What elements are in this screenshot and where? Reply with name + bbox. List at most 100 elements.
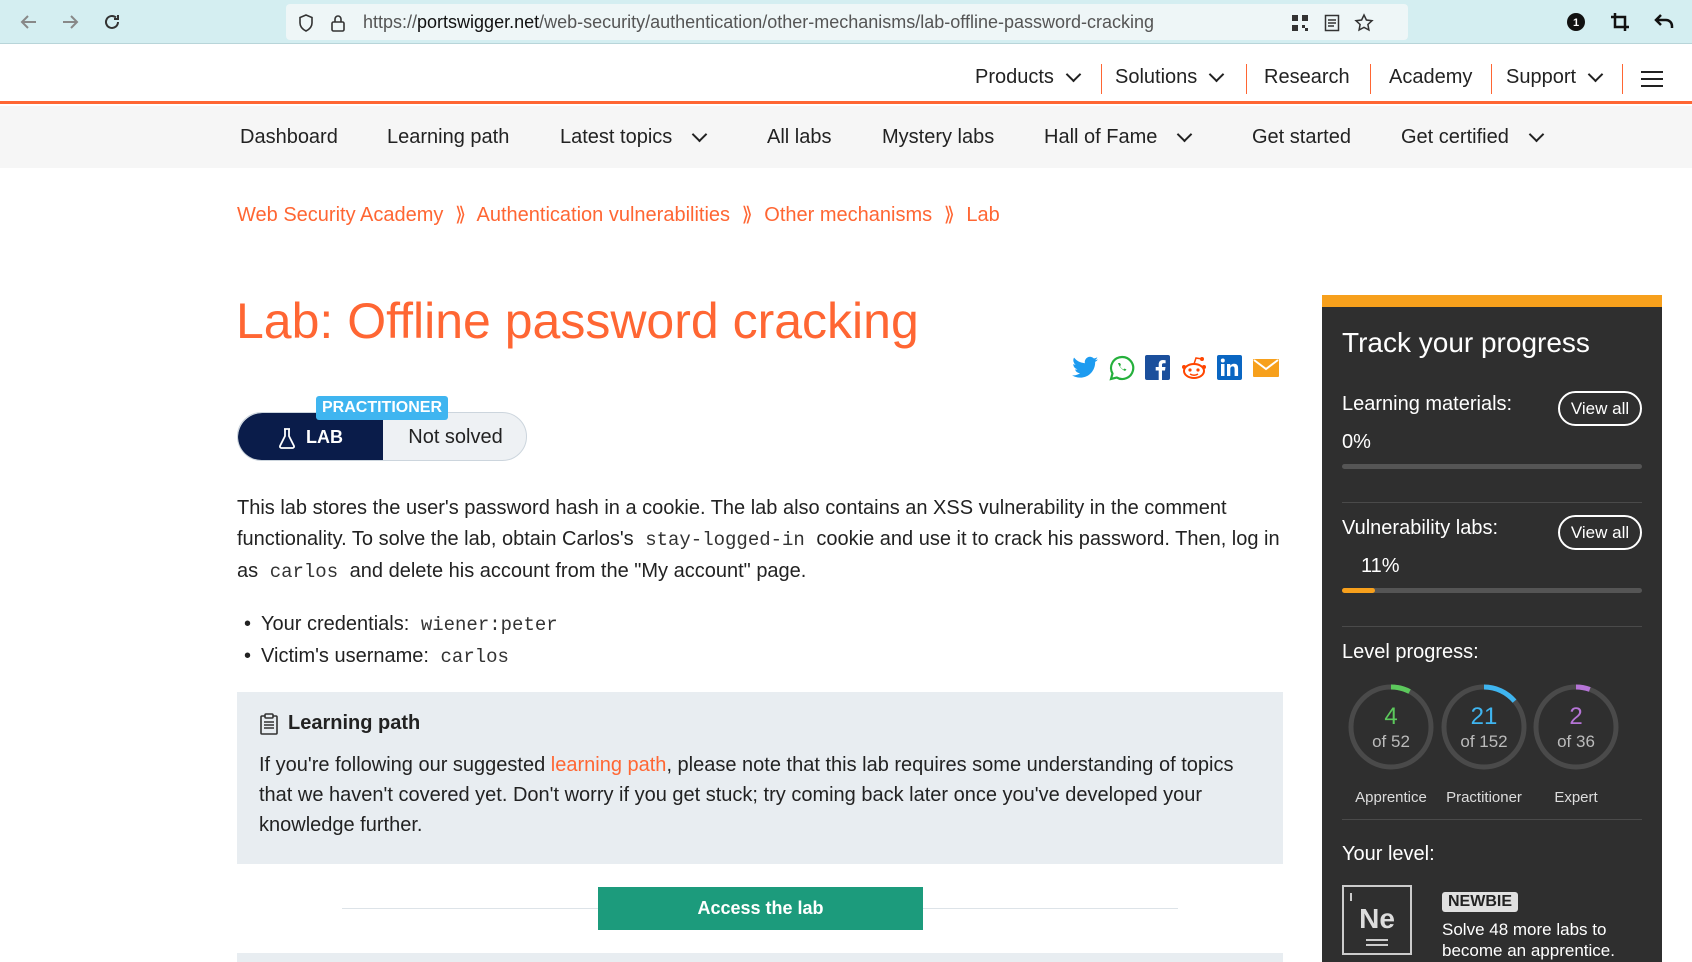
chevron-down-icon (1587, 66, 1604, 83)
subnav-all-labs[interactable]: All labs (767, 126, 831, 149)
nav-divider (1622, 64, 1623, 94)
progress-panel: Track your progress Learning materials: … (1322, 295, 1662, 962)
level-progress-label: Level progress: (1342, 641, 1479, 663)
learning-path-link[interactable]: learning path (551, 754, 667, 776)
divider (1342, 819, 1642, 820)
breadcrumb-separator: ⟫ (741, 204, 753, 226)
level-hint: Solve 48 more labs to become an apprenti… (1442, 920, 1615, 960)
subnav-mystery-labs[interactable]: Mystery labs (882, 126, 994, 149)
level-ring-total: of 36 (1557, 732, 1595, 751)
lab-description: This lab stores the user's password hash… (237, 497, 1280, 583)
chevron-down-icon (1528, 126, 1545, 143)
level-element-badge: Ne (1342, 885, 1412, 955)
learning-materials-bar (1342, 464, 1642, 469)
breadcrumb-separator: ⟫ (943, 204, 955, 226)
lab-status: Not solved (408, 426, 503, 448)
learning-materials-percent: 0% (1342, 431, 1371, 453)
reddit-icon[interactable] (1180, 354, 1207, 381)
bookmark-star-icon[interactable] (1354, 13, 1374, 33)
learning-path-heading: Learning path (259, 712, 420, 735)
cookie-name-code: stay-logged-in (645, 529, 805, 551)
url-text: https://portswigger.net/web-security/aut… (363, 12, 1155, 32)
your-level-label: Your level: (1342, 843, 1435, 865)
subnav-learning-path[interactable]: Learning path (387, 126, 509, 149)
site-top-nav: Products Solutions Research Academy Supp… (0, 44, 1692, 104)
level-ring-caption: Expert (1554, 789, 1598, 806)
view-all-labs-button[interactable]: View all (1558, 515, 1642, 550)
nav-divider (1246, 64, 1247, 94)
breadcrumb-authentication[interactable]: Authentication vulnerabilities (477, 204, 731, 226)
breadcrumb-lab[interactable]: Lab (966, 204, 999, 226)
address-bar[interactable]: https://portswigger.net/web-security/aut… (286, 4, 1408, 40)
nav-academy[interactable]: Academy (1389, 66, 1472, 89)
page-title: Lab: Offline password cracking (236, 293, 919, 349)
subnav-get-certified[interactable]: Get certified (1401, 126, 1545, 149)
menu-icon[interactable] (1641, 71, 1663, 87)
list-item: Your credentials: wiener:peter (244, 609, 564, 641)
level-ring-total: of 152 (1460, 732, 1508, 751)
username-code: carlos (269, 561, 339, 583)
reload-icon[interactable] (98, 8, 126, 36)
subnav-latest-topics[interactable]: Latest topics (560, 126, 708, 149)
subnav-get-started[interactable]: Get started (1252, 126, 1351, 149)
vulnerability-labs-label: Vulnerability labs: (1342, 517, 1499, 539)
svg-text:1: 1 (1573, 17, 1579, 29)
chevron-down-icon (1209, 66, 1225, 83)
nav-divider (1370, 64, 1371, 94)
divider (1342, 502, 1642, 503)
learning-materials-label: Learning materials: (1342, 393, 1513, 415)
credentials-list: Your credentials: wiener:peter Victim's … (244, 609, 564, 673)
undo-arrow-icon[interactable] (1650, 8, 1678, 36)
nav-solutions[interactable]: Solutions (1115, 66, 1225, 89)
divider (1342, 626, 1642, 627)
chevron-down-icon (692, 126, 708, 143)
list-item: Victim's username: carlos (244, 641, 564, 673)
learning-path-text: If you're following our suggested learni… (259, 754, 1234, 836)
breadcrumb-separator: ⟫ (454, 204, 467, 226)
level-ring-count: 2 (1569, 703, 1583, 730)
learning-path-notice: Learning path If you're following our su… (237, 692, 1283, 864)
nav-divider (1491, 64, 1492, 94)
lock-icon[interactable] (328, 13, 348, 33)
level-ring-count: 4 (1384, 703, 1398, 730)
nav-divider (1101, 64, 1102, 94)
reader-view-icon[interactable] (1322, 13, 1342, 33)
access-lab-button[interactable]: Access the lab (598, 887, 923, 930)
qr-code-icon[interactable] (1290, 13, 1310, 33)
email-icon[interactable] (1252, 354, 1279, 381)
twitter-icon[interactable] (1072, 354, 1099, 381)
breadcrumb-web-security-academy[interactable]: Web Security Academy (237, 204, 443, 226)
crop-icon[interactable] (1606, 8, 1634, 36)
chevron-down-icon (1177, 126, 1193, 143)
clipboard-icon (260, 712, 278, 735)
back-arrow-icon[interactable] (15, 8, 43, 36)
level-badge: NEWBIE (1442, 892, 1518, 912)
level-ring-count: 21 (1470, 703, 1498, 730)
vulnerability-labs-bar (1342, 588, 1642, 593)
subnav-hall-of-fame[interactable]: Hall of Fame (1044, 126, 1193, 149)
nav-research[interactable]: Research (1264, 66, 1350, 89)
chevron-down-icon (1065, 66, 1082, 83)
whatsapp-icon[interactable] (1108, 354, 1135, 381)
linkedin-icon[interactable] (1216, 354, 1243, 381)
nav-products[interactable]: Products (975, 66, 1082, 89)
breadcrumb: Web Security Academy ⟫ Authentication vu… (237, 202, 1000, 227)
lab-label: LAB (238, 413, 383, 460)
share-icons (1072, 354, 1279, 381)
view-all-materials-button[interactable]: View all (1558, 391, 1642, 426)
extension-badge-icon[interactable]: 1 (1562, 8, 1590, 36)
forward-arrow-icon[interactable] (56, 8, 84, 36)
progress-title: Track your progress (1342, 327, 1590, 358)
level-ring-total: of 52 (1372, 732, 1410, 751)
subnav-dashboard[interactable]: Dashboard (240, 126, 338, 149)
nav-support[interactable]: Support (1506, 66, 1604, 89)
breadcrumb-other-mechanisms[interactable]: Other mechanisms (764, 204, 932, 226)
shield-icon[interactable] (296, 13, 316, 33)
next-section-strip (237, 953, 1283, 962)
facebook-icon[interactable] (1144, 354, 1171, 381)
vulnerability-labs-percent: 11% (1361, 555, 1400, 577)
academy-sub-nav: Dashboard Learning path Latest topics Al… (0, 106, 1692, 168)
practitioner-level-tag: PRACTITIONER (316, 396, 448, 420)
flask-icon (279, 427, 295, 449)
browser-toolbar: https://portswigger.net/web-security/aut… (0, 0, 1692, 44)
